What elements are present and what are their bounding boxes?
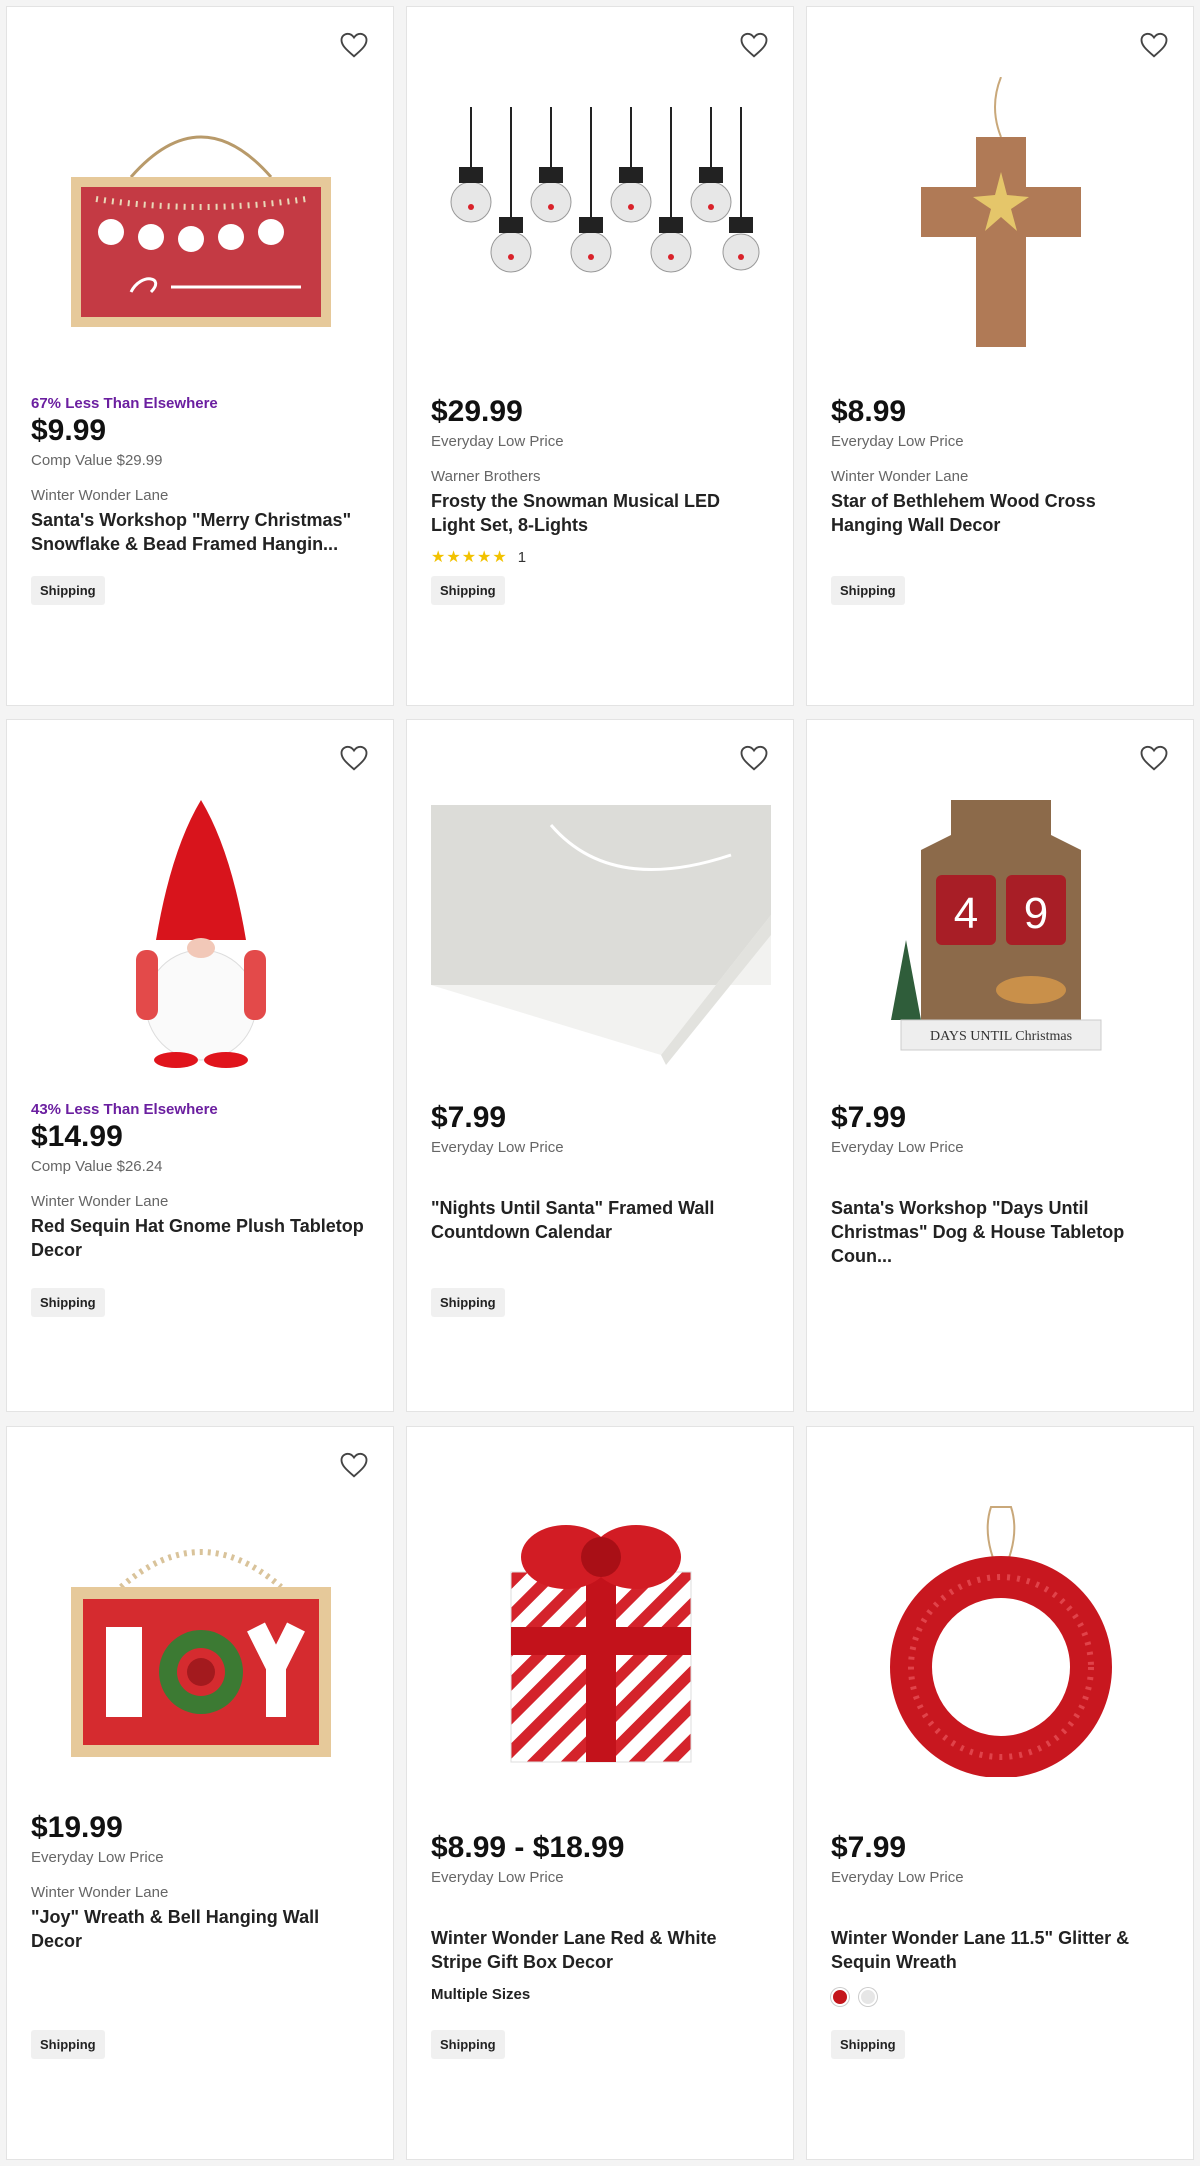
price-note: Everyday Low Price	[431, 1869, 564, 1886]
comp-value: Comp Value $29.99	[31, 452, 163, 469]
brand: Winter Wonder Lane	[31, 487, 169, 504]
glitter-wreath-icon	[890, 1506, 1112, 1777]
days-until-caption: DAYS UNTIL Christmas	[930, 1029, 1072, 1044]
color-swatches	[831, 1988, 1169, 2006]
product-title[interactable]: Santa's Workshop "Days Until Christmas" …	[831, 1196, 1169, 1268]
heart-icon[interactable]	[739, 31, 769, 59]
product-title[interactable]: Star of Bethlehem Wood Cross Hanging Wal…	[831, 489, 1169, 537]
heart-icon[interactable]	[339, 1451, 369, 1479]
price: $29.99	[431, 395, 523, 428]
countdown-digit: 4	[954, 889, 978, 938]
price: $19.99	[31, 1811, 123, 1844]
product-title[interactable]: Winter Wonder Lane 11.5" Glitter & Sequi…	[831, 1926, 1169, 1974]
star-rating-icon: ★★★★★	[431, 549, 508, 566]
heart-icon[interactable]	[1139, 744, 1169, 772]
product-image[interactable]	[31, 67, 371, 367]
product-title[interactable]: Frosty the Snowman Musical LED Light Set…	[431, 489, 769, 537]
brand: Warner Brothers	[431, 468, 541, 485]
product-card[interactable]: $8.99 Everyday Low Price Winter Wonder L…	[806, 6, 1194, 706]
product-card[interactable]: $8.99 - $18.99 Everyday Low Price Winter…	[406, 1426, 794, 2160]
price: $7.99	[431, 1101, 507, 1134]
rating: ★★★★★ 1	[431, 547, 769, 567]
joy-sign-icon	[71, 1549, 331, 1757]
heart-icon[interactable]	[339, 31, 369, 59]
product-image[interactable]	[431, 1487, 771, 1787]
promo-text: 67% Less Than Elsewhere	[31, 395, 218, 412]
product-image[interactable]: 4 9 DAYS UNTIL Christmas	[831, 780, 1171, 1080]
product-grid: 67% Less Than Elsewhere $9.99 Comp Value…	[0, 0, 1200, 2166]
shipping-badge[interactable]: Shipping	[831, 576, 905, 605]
comp-value: Comp Value $26.24	[31, 1158, 163, 1175]
shipping-badge[interactable]: Shipping	[31, 576, 105, 605]
shipping-badge[interactable]: Shipping	[431, 576, 505, 605]
heart-icon[interactable]	[739, 744, 769, 772]
product-card[interactable]: $19.99 Everyday Low Price Winter Wonder …	[6, 1426, 394, 2160]
product-card[interactable]: 67% Less Than Elsewhere $9.99 Comp Value…	[6, 6, 394, 706]
gift-box-icon	[510, 1525, 692, 1763]
wood-cross-icon	[921, 77, 1081, 347]
countdown-calendar-icon	[431, 805, 771, 1065]
price-note: Everyday Low Price	[431, 433, 564, 450]
product-image[interactable]	[31, 780, 371, 1080]
heart-icon[interactable]	[1139, 31, 1169, 59]
shipping-badge[interactable]: Shipping	[431, 2030, 505, 2059]
product-image[interactable]	[31, 1487, 371, 1787]
price: $7.99	[831, 1831, 907, 1864]
product-card[interactable]: 4 9 DAYS UNTIL Christmas $7.99 Everyday …	[806, 719, 1194, 1412]
brand: Winter Wonder Lane	[31, 1193, 169, 1210]
product-image[interactable]	[831, 1487, 1171, 1787]
swatch-silver[interactable]	[859, 1988, 877, 2006]
rating-count: 1	[517, 548, 527, 566]
price: $8.99	[831, 395, 907, 428]
price-note: Everyday Low Price	[831, 1139, 964, 1156]
product-image[interactable]	[431, 780, 771, 1080]
price-note: Everyday Low Price	[431, 1139, 564, 1156]
price: $14.99	[31, 1120, 123, 1153]
gnome-icon	[136, 800, 266, 1068]
product-card[interactable]: $29.99 Everyday Low Price Warner Brother…	[406, 6, 794, 706]
sizes-label: Multiple Sizes	[431, 1986, 531, 2003]
product-card[interactable]: 43% Less Than Elsewhere $14.99 Comp Valu…	[6, 719, 394, 1412]
shipping-badge[interactable]: Shipping	[831, 2030, 905, 2059]
brand: Winter Wonder Lane	[31, 1884, 169, 1901]
shipping-badge[interactable]: Shipping	[31, 1288, 105, 1317]
countdown-digit: 9	[1024, 889, 1048, 938]
product-card[interactable]: $7.99 Everyday Low Price Winter Wonder L…	[806, 1426, 1194, 2160]
shipping-badge[interactable]: Shipping	[31, 2030, 105, 2059]
swatch-red[interactable]	[831, 1988, 849, 2006]
shipping-badge[interactable]: Shipping	[431, 1288, 505, 1317]
price: $7.99	[831, 1101, 907, 1134]
price-note: Everyday Low Price	[831, 1869, 964, 1886]
product-image[interactable]	[831, 67, 1171, 367]
product-card[interactable]: $7.99 Everyday Low Price "Nights Until S…	[406, 719, 794, 1412]
price: $9.99	[31, 414, 107, 447]
christmas-sign-icon	[71, 135, 331, 327]
price: $8.99 - $18.99	[431, 1831, 625, 1864]
promo-text: 43% Less Than Elsewhere	[31, 1101, 218, 1118]
product-title[interactable]: Winter Wonder Lane Red & White Stripe Gi…	[431, 1926, 769, 1974]
product-title[interactable]: Santa's Workshop "Merry Christmas" Snowf…	[31, 508, 369, 556]
heart-icon[interactable]	[339, 744, 369, 772]
price-note: Everyday Low Price	[831, 433, 964, 450]
brand: Winter Wonder Lane	[831, 468, 969, 485]
snowman-lights-icon	[450, 107, 760, 273]
product-image[interactable]	[431, 67, 771, 367]
price-note: Everyday Low Price	[31, 1849, 164, 1866]
product-title[interactable]: Red Sequin Hat Gnome Plush Tabletop Deco…	[31, 1214, 369, 1262]
house-countdown-icon: 4 9 DAYS UNTIL Christmas	[891, 800, 1102, 1051]
product-title[interactable]: "Nights Until Santa" Framed Wall Countdo…	[431, 1196, 769, 1244]
product-title[interactable]: "Joy" Wreath & Bell Hanging Wall Decor	[31, 1905, 369, 1953]
